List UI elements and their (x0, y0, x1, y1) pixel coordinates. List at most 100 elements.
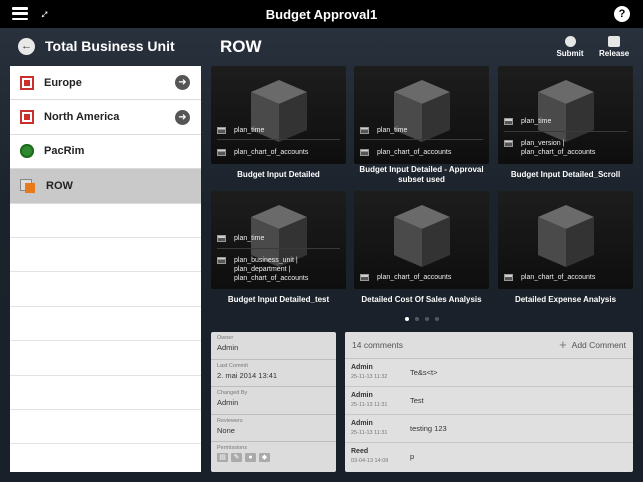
dimension-icon (504, 140, 513, 147)
last-commit-label: Last Commit (217, 362, 248, 369)
comment-date: 25-11-13 11:31 (351, 402, 388, 408)
green-circle-icon (20, 144, 34, 159)
changed-by-field: Changed By Admin (211, 387, 336, 415)
comment-author: Admin (351, 392, 373, 399)
sidebar-item-label: Europe (44, 76, 82, 89)
sidebar-item-europe[interactable]: Europe ➜ (10, 66, 201, 101)
sidebar-header: ← Total Business Unit (18, 35, 175, 57)
back-arrow-icon[interactable]: ← (18, 37, 35, 55)
dimension: plan_version | plan_chart_of_accounts (504, 139, 611, 157)
owner-value: Admin (217, 343, 239, 352)
submit-label: Submit (556, 49, 584, 58)
empty-row (10, 376, 201, 410)
member-icon (20, 178, 36, 193)
permissions-field: Permissions ▤ ✎ ● ◆ (211, 442, 336, 470)
form-tile[interactable]: plan_time plan_version | plan_chart_of_a… (498, 66, 633, 164)
release-label: Release (599, 49, 630, 58)
cube-icon (536, 78, 596, 144)
comment-text: testing 123 (410, 424, 447, 433)
changed-by-value: Admin (217, 398, 239, 407)
dimension-icon (360, 149, 369, 156)
cube-icon (392, 203, 452, 269)
submit-button[interactable]: Submit (555, 36, 585, 58)
comment-item[interactable]: Reed 03-04-13 14:09 p (345, 443, 633, 471)
comment-text: Test (410, 396, 424, 405)
dimension: plan_chart_of_accounts (217, 148, 308, 157)
dimension: plan_time (217, 234, 264, 243)
sidebar-item-pacrim[interactable]: PacRim (10, 134, 201, 170)
dimension-icon (360, 127, 369, 134)
empty-row (10, 238, 201, 273)
comments-header: 14 comments + Add Comment (345, 332, 633, 359)
view-permission-icon: ▤ (217, 453, 228, 462)
tile-title[interactable]: Budget Input Detailed_test (206, 295, 351, 305)
permissions-label: Permissions (217, 445, 247, 451)
comment-item[interactable]: Admin 25-11-13 11:32 Te&s<t> (345, 359, 633, 387)
release-button[interactable]: Release (599, 36, 629, 58)
form-tile[interactable]: plan_time plan_chart_of_accounts (354, 66, 489, 164)
top-bar: ↕ Budget Approval1 ? (0, 0, 643, 28)
comment-author: Reed (351, 448, 369, 455)
plus-icon: + (559, 337, 567, 352)
sidebar-item-label: ROW (46, 179, 73, 192)
dimension-icon (504, 118, 513, 125)
page-indicator[interactable] (405, 317, 439, 321)
release-icon (608, 36, 620, 47)
dimension-icon (217, 235, 226, 242)
empty-row (10, 341, 201, 376)
comment-date: 25-11-13 11:32 (351, 374, 388, 380)
empty-row (10, 307, 201, 342)
red-flag-icon (20, 110, 34, 125)
tile-title[interactable]: Budget Input Detailed_Scroll (493, 170, 638, 180)
tile-title[interactable]: Detailed Cost Of Sales Analysis (349, 295, 494, 305)
dimension: plan_chart_of_accounts (360, 148, 451, 157)
tile-title[interactable]: Budget Input Detailed - Approval subset … (349, 165, 494, 185)
page-title: ROW (220, 37, 262, 56)
submit-icon (564, 36, 576, 47)
comment-item[interactable]: Admin 25-11-13 11:31 Test (345, 387, 633, 415)
page-dot[interactable] (435, 317, 439, 321)
help-icon[interactable]: ? (614, 6, 630, 22)
page-dot[interactable] (415, 317, 419, 321)
dimension: plan_chart_of_accounts (360, 273, 451, 282)
page-dot-active[interactable] (405, 317, 409, 321)
sidebar-title: Total Business Unit (45, 38, 175, 54)
comments-count: 14 comments (352, 340, 404, 350)
tile-title[interactable]: Budget Input Detailed (206, 170, 351, 180)
comment-date: 25-11-13 11:31 (351, 430, 388, 436)
add-comment-button[interactable]: + Add Comment (559, 337, 626, 352)
sidebar-item-north-america[interactable]: North America ➜ (10, 100, 201, 135)
comment-item[interactable]: Admin 25-11-13 11:31 testing 123 (345, 415, 633, 443)
page-dot[interactable] (425, 317, 429, 321)
dimension: plan_business_unit | plan_department | p… (217, 256, 324, 283)
reviewers-label: Reviewers (217, 417, 243, 424)
comment-date: 03-04-13 14:09 (351, 458, 389, 464)
review-permission-icon: ◆ (259, 453, 270, 462)
form-tile[interactable]: plan_time plan_chart_of_accounts (211, 66, 346, 164)
dimension-icon (217, 257, 226, 264)
dimension: plan_time (504, 117, 551, 126)
empty-row (10, 410, 201, 445)
drill-down-arrow-icon[interactable]: ➜ (175, 109, 190, 125)
red-flag-icon (20, 75, 34, 90)
edit-permission-icon: ✎ (231, 453, 242, 462)
comment-text: p (410, 452, 415, 461)
dimension: plan_chart_of_accounts (504, 273, 595, 282)
form-tile[interactable]: plan_time plan_business_unit | plan_depa… (211, 191, 346, 289)
form-tile[interactable]: plan_chart_of_accounts (354, 191, 489, 289)
reviewers-field: Reviewers None (211, 415, 336, 442)
reviewers-value: None (217, 425, 235, 435)
dimension-icon (217, 149, 226, 156)
dimension: plan_time (217, 126, 264, 135)
dimension: plan_time (360, 126, 407, 135)
sidebar-item-label: PacRim (44, 145, 85, 158)
sidebar-item-row[interactable]: ROW (10, 169, 201, 204)
submit-permission-icon: ● (245, 453, 256, 462)
sidebar-list: Europe ➜ North America ➜ PacRim ROW (10, 66, 201, 472)
comment-text: Te&s<t> (410, 368, 438, 377)
tile-title[interactable]: Detailed Expense Analysis (493, 295, 638, 305)
drill-down-arrow-icon[interactable]: ➜ (175, 75, 190, 91)
form-tile[interactable]: plan_chart_of_accounts (498, 191, 633, 289)
empty-row (10, 444, 201, 472)
owner-field: Owner Admin (211, 332, 336, 360)
